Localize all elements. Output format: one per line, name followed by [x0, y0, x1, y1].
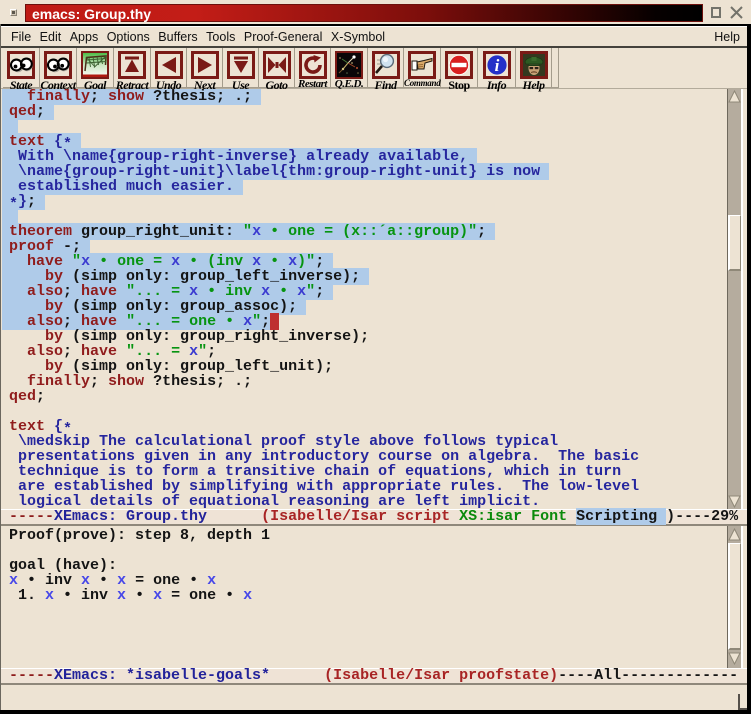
svg-text:i: i [494, 56, 499, 75]
